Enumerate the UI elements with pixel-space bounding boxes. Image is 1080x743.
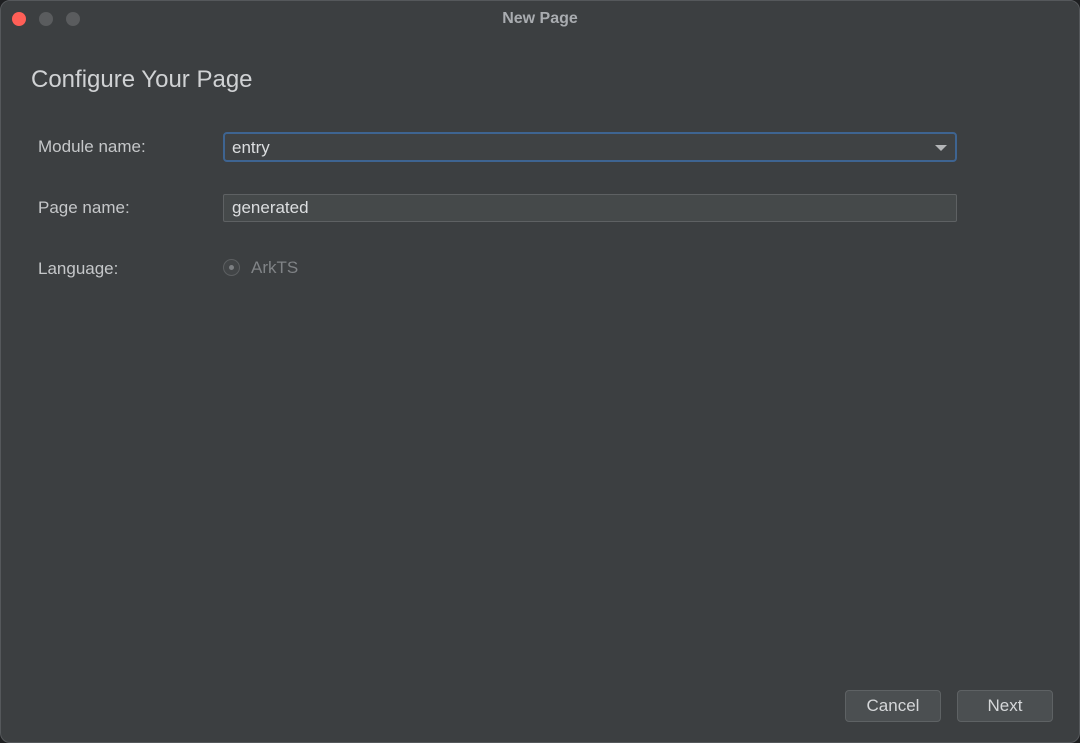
module-name-label: Module name:	[38, 137, 146, 156]
page-name-label: Page name:	[38, 198, 130, 217]
module-name-value: entry	[232, 138, 270, 157]
chevron-down-icon	[935, 145, 947, 151]
module-name-dropdown[interactable]: entry	[223, 132, 957, 162]
page-heading: Configure Your Page	[31, 66, 253, 93]
page-name-input[interactable]: generated	[223, 194, 957, 222]
next-button[interactable]: Next	[957, 690, 1053, 722]
cancel-button[interactable]: Cancel	[845, 690, 941, 722]
window-title: New Page	[502, 10, 578, 27]
language-label: Language:	[38, 259, 119, 278]
title-bar: New Page	[1, 1, 1079, 37]
language-option-label: ArkTS	[251, 258, 299, 277]
radio-dot	[229, 265, 234, 270]
new-page-dialog: New Page Configure Your Page Module name…	[0, 0, 1080, 743]
radio-selected-icon[interactable]	[223, 259, 240, 276]
